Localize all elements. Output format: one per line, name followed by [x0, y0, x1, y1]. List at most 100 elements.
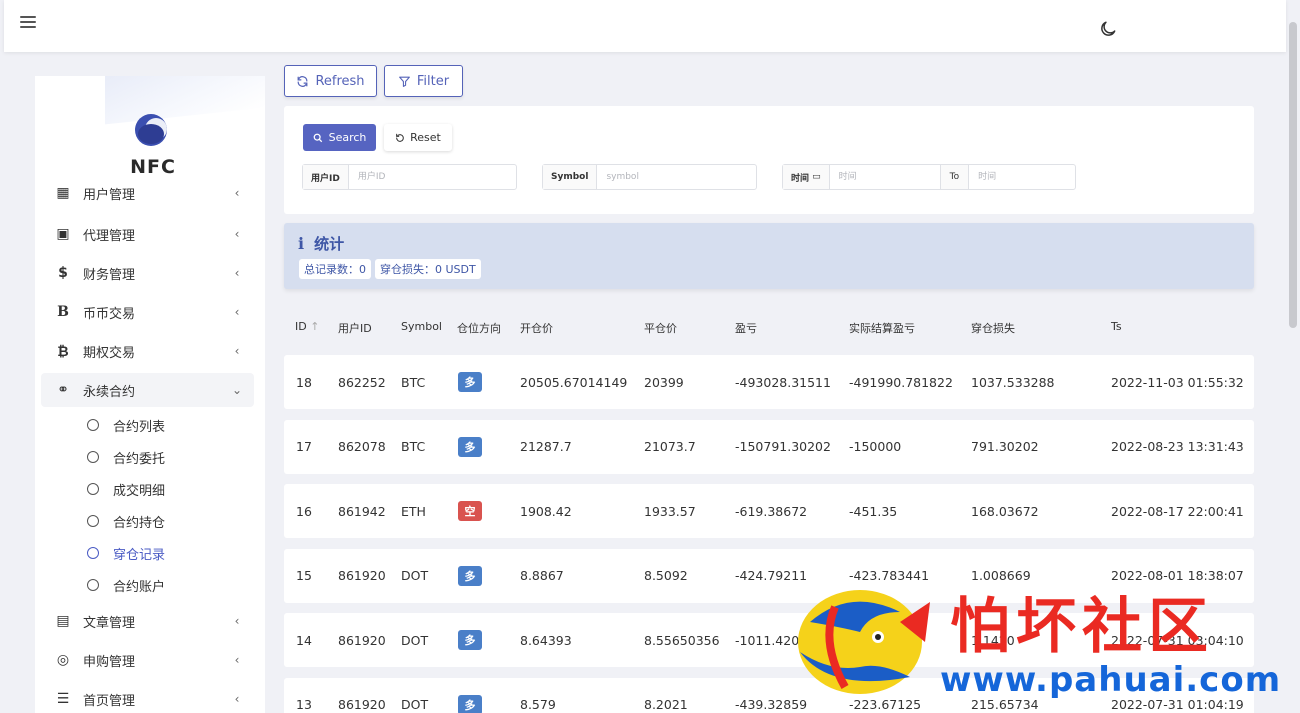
column-header-id[interactable]: ID ↑ — [295, 320, 319, 333]
cell-actual-pnl: -491990.781822 — [849, 374, 953, 390]
cell-ts: 2022-08-17 22:00:41 — [1111, 503, 1244, 519]
sidebar-item-finance[interactable]: $ 财务管理 ‹ — [41, 256, 254, 290]
id-card-icon: ▣ — [56, 226, 70, 242]
column-header-user-id[interactable]: 用户ID — [338, 320, 372, 336]
cell-user-id: 862078 — [338, 439, 386, 454]
stats-title: i 统计 — [298, 234, 345, 253]
cell-id: 17 — [296, 439, 312, 454]
direction-badge: 多 — [458, 630, 482, 650]
sidebar-item-options[interactable]: ₿ 期权交易 ‹ — [41, 334, 254, 368]
sidebar-item-articles[interactable]: ▤ 文章管理 ‹ — [41, 604, 254, 638]
life-ring-icon: ◎ — [56, 652, 70, 668]
direction-badge: 多 — [458, 372, 482, 392]
sidebar-item-spot[interactable]: B 币币交易 ‹ — [41, 295, 254, 329]
circle-icon — [87, 515, 99, 527]
submenu-contract-orders[interactable]: 合约委托 — [87, 446, 165, 468]
cell-symbol: DOT — [401, 697, 429, 712]
hamburger-icon[interactable] — [20, 16, 36, 30]
column-header-open-price[interactable]: 开仓价 — [520, 320, 553, 336]
cell-direction: 空 — [458, 484, 482, 538]
cell-actual-pnl: -1 — [849, 632, 862, 648]
to-label: To — [939, 165, 970, 189]
column-header-close-price[interactable]: 平仓价 — [644, 320, 677, 336]
direction-badge: 多 — [458, 694, 482, 713]
column-header-symbol[interactable]: Symbol — [401, 320, 442, 333]
column-header-pnl[interactable]: 盈亏 — [735, 320, 757, 336]
table-row[interactable]: 16 861942 ETH 空 1908.42 1933.57 -619.38672 -451… — [284, 484, 1254, 538]
cell-direction: 多 — [458, 678, 482, 713]
table-row[interactable]: 17 862078 BTC 多 21287.7 21073.7 -150791.30202 -… — [284, 419, 1254, 474]
time-to-input[interactable] — [969, 165, 1070, 189]
cell-id: 13 — [296, 697, 312, 712]
submenu-trade-details[interactable]: 成交明细 — [87, 478, 165, 500]
time-range-field: 时间 ▭ To — [782, 164, 1076, 190]
direction-badge: 多 — [458, 436, 482, 457]
cell-user-id: 861920 — [338, 697, 386, 712]
time-from-input[interactable] — [829, 165, 940, 189]
circle-icon — [87, 483, 99, 495]
cell-open: 21287.7 — [520, 439, 572, 454]
submenu-contract-list[interactable]: 合约列表 — [87, 414, 165, 436]
submenu-positions[interactable]: 合约持仓 — [87, 510, 165, 532]
cell-user-id: 861920 — [338, 632, 386, 648]
cell-close: 8.5092 — [644, 568, 688, 583]
cell-open: 1908.42 — [520, 503, 572, 519]
table-row[interactable]: 15 861920 DOT 多 8.8867 8.5092 -424.79211 -423.7… — [284, 548, 1254, 603]
table-row[interactable]: 18 862252 BTC 多 20505.67014149 20399 -493028.3… — [284, 355, 1254, 409]
cell-open: 20505.67014149 — [520, 374, 628, 390]
search-button[interactable]: Search — [303, 124, 376, 151]
cell-user-id: 861920 — [338, 568, 386, 583]
search-icon — [313, 133, 322, 142]
cell-close: 8.55650356 — [644, 632, 720, 648]
cell-actual-pnl: -223.67125 — [849, 697, 922, 712]
chevron-left-icon: ‹ — [234, 305, 240, 319]
submenu-liquidation-records[interactable]: 穿仓记录 — [87, 542, 165, 564]
user-id-input[interactable] — [348, 165, 509, 189]
column-header-ts[interactable]: Ts — [1111, 320, 1122, 333]
column-header-actual-pnl[interactable]: 实际结算盈亏 — [849, 320, 915, 336]
dollar-icon: $ — [58, 265, 68, 281]
sidebar-item-users[interactable]: ▦ 用户管理 ‹ — [41, 179, 254, 207]
page-scrollbar[interactable] — [1289, 22, 1297, 328]
sidebar-item-agent[interactable]: ▣ 代理管理 ‹ — [41, 217, 254, 251]
cell-id: 16 — [296, 503, 312, 519]
time-label: 时间 ▭ — [783, 165, 830, 189]
cell-actual-pnl: -451.35 — [849, 503, 898, 519]
column-header-loss[interactable]: 穿仓损失 — [971, 320, 1015, 336]
sidebar-item-homepage[interactable]: ☰ 首页管理 ‹ — [41, 682, 254, 713]
cell-ts: 2022-11-03 01:55:32 — [1111, 374, 1244, 390]
cell-close: 20399 — [644, 374, 684, 390]
table-row[interactable]: 14 861920 DOT 多 8.64393 8.55650356 -1011.4204 -… — [284, 613, 1254, 667]
direction-badge: 空 — [458, 501, 482, 521]
symbol-label: Symbol — [543, 165, 598, 189]
cell-ts: 2022-07-31 01:04:19 — [1111, 697, 1244, 712]
brand-name: NFC — [130, 156, 176, 178]
submenu-contract-account[interactable]: 合约账户 — [87, 574, 165, 596]
cell-pnl: -424.79211 — [735, 568, 808, 583]
cell-pnl: -150791.30202 — [735, 439, 831, 454]
total-records-badge: 总记录数：0 — [299, 259, 371, 279]
chevron-left-icon: ‹ — [234, 344, 240, 358]
reset-button[interactable]: Reset — [384, 124, 452, 151]
cell-close: 1933.57 — [644, 503, 696, 519]
sidebar-item-perpetual[interactable]: ⚭ 永续合约 ⌄ — [41, 373, 254, 407]
table-row[interactable]: 13 861920 DOT 多 8.579 8.2021 -439.32859 -223.67… — [284, 677, 1254, 713]
cell-direction: 多 — [458, 355, 482, 409]
moon-icon[interactable] — [1098, 19, 1118, 39]
cell-loss: 1.1420 — [971, 632, 1015, 648]
cell-ts: 2022-08-01 18:38:07 — [1111, 568, 1244, 583]
filter-button[interactable]: Filter — [384, 65, 463, 97]
b-icon: B — [57, 304, 69, 320]
info-icon: i — [298, 234, 305, 253]
cell-pnl: -619.38672 — [735, 503, 808, 519]
cell-id: 14 — [296, 632, 312, 648]
cell-symbol: ETH — [401, 503, 426, 519]
chevron-left-icon: ‹ — [234, 186, 240, 200]
symbol-input[interactable] — [597, 165, 753, 189]
user-id-field: 用户ID — [302, 164, 517, 190]
sidebar-item-subscription[interactable]: ◎ 申购管理 ‹ — [41, 643, 254, 677]
column-header-direction[interactable]: 仓位方向 — [457, 320, 501, 336]
refresh-button[interactable]: Refresh — [284, 65, 377, 97]
cell-ts: 2022-08-23 13:31:43 — [1111, 439, 1244, 454]
cell-pnl: -1011.4204 — [735, 632, 808, 648]
